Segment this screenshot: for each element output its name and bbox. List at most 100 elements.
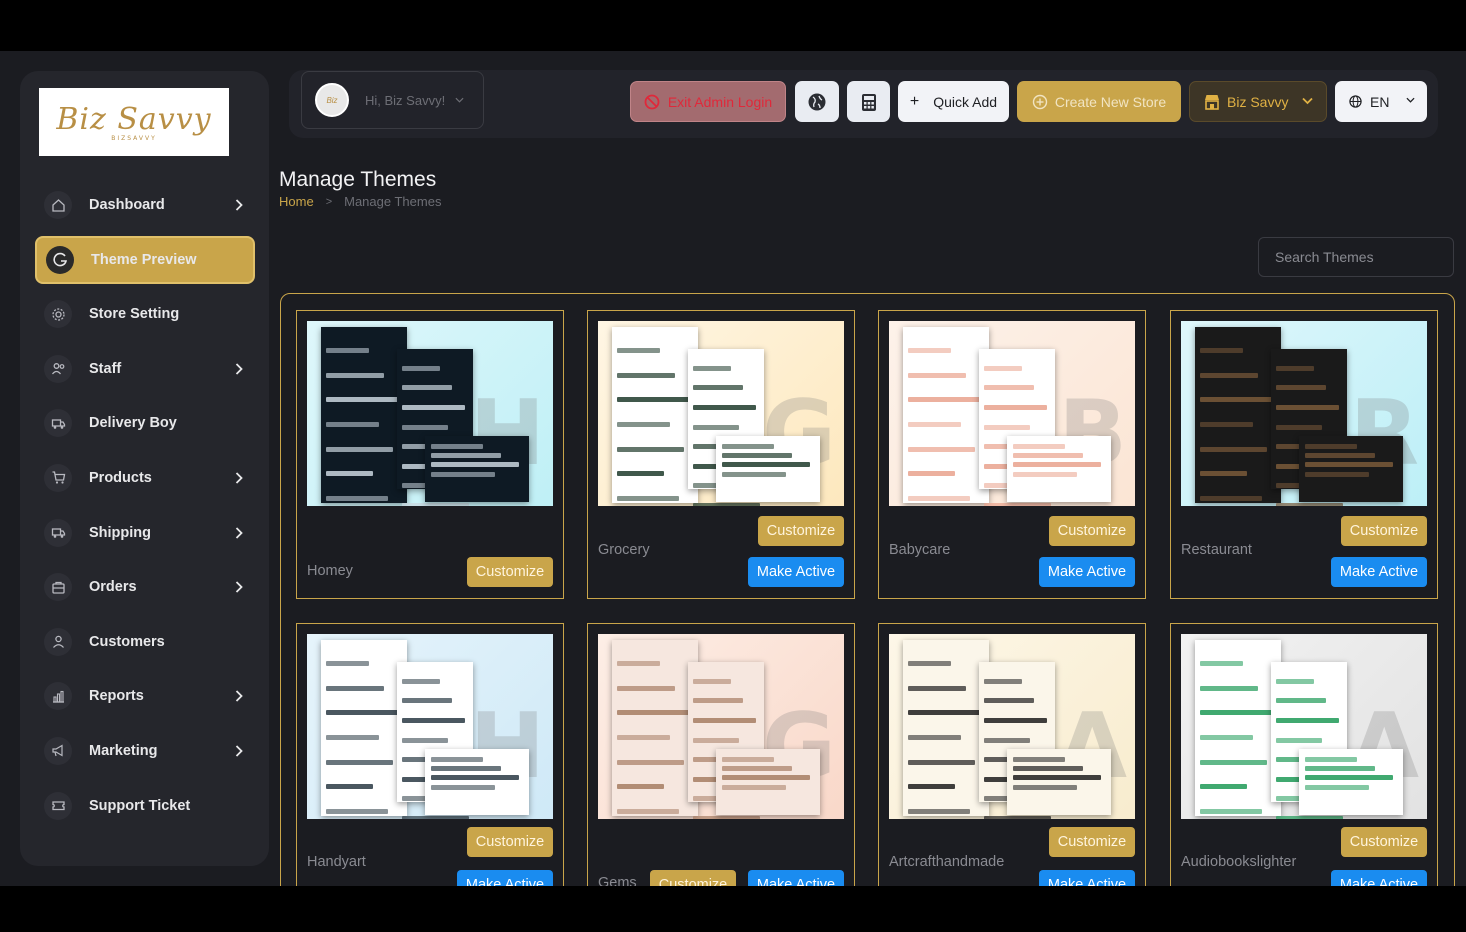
theme-preview-page	[1195, 640, 1281, 816]
theme-card: A Audiobookslighter Customize Make Active	[1170, 623, 1438, 886]
megaphone-icon	[44, 736, 72, 765]
brand-logo[interactable]: Biz Savvy BIZSAVVY	[39, 88, 229, 156]
theme-thumbnail[interactable]: H	[307, 634, 553, 819]
ban-icon	[644, 94, 660, 109]
customize-button[interactable]: Customize	[467, 557, 553, 587]
theme-thumbnail[interactable]: G	[598, 634, 844, 819]
theme-name: Gems	[598, 875, 637, 886]
make-active-button[interactable]: Make Active	[1039, 870, 1135, 886]
sidebar-item-label: Customers	[89, 633, 165, 650]
chevron-right-icon	[235, 690, 243, 702]
app-screen: Biz Savvy BIZSAVVY Dashboard Theme Previe…	[0, 51, 1466, 886]
search-themes-input[interactable]	[1258, 237, 1454, 277]
sidebar-item-products[interactable]: Products	[35, 454, 255, 502]
theme-preview-page	[321, 327, 407, 503]
make-active-button[interactable]: Make Active	[748, 870, 844, 886]
theme-icon	[46, 245, 74, 274]
theme-preview-page	[1007, 436, 1111, 502]
customize-button[interactable]: Customize	[1341, 516, 1427, 546]
sidebar-item-staff[interactable]: Staff	[35, 345, 255, 393]
themes-grid: H Homey Customize G Grocery Customize Make Act…	[280, 293, 1455, 886]
theme-name: Restaurant	[1181, 542, 1252, 558]
theme-name: Handyart	[307, 854, 366, 870]
logo-subtitle: BIZSAVVY	[111, 135, 157, 142]
customize-button[interactable]: Customize	[1341, 827, 1427, 857]
chevron-down-icon	[1302, 97, 1313, 105]
sidebar-item-store-setting[interactable]: Store Setting	[35, 290, 255, 338]
cart-icon	[44, 463, 72, 492]
sidebar-item-label: Shipping	[89, 524, 152, 541]
breadcrumb-separator: >	[325, 195, 333, 208]
theme-thumbnail[interactable]: A	[1181, 634, 1427, 819]
make-active-button[interactable]: Make Active	[1331, 557, 1427, 587]
sidebar-item-label: Reports	[89, 688, 144, 705]
theme-preview-page	[716, 749, 820, 815]
store-icon	[1205, 94, 1219, 110]
logo-script: Biz Savvy	[56, 102, 212, 137]
theme-card: H Handyart Customize Make Active	[296, 623, 564, 886]
customize-button[interactable]: Customize	[758, 516, 844, 546]
theme-card: A Artcrafthandmade Customize Make Active	[878, 623, 1146, 886]
sidebar-item-label: Support Ticket	[89, 797, 191, 814]
visit-store-button[interactable]	[795, 81, 839, 122]
sidebar-item-label: Products	[89, 469, 152, 486]
theme-name: Artcrafthandmade	[889, 854, 1005, 870]
make-active-button[interactable]: Make Active	[1331, 870, 1427, 886]
theme-preview-page	[716, 436, 820, 502]
box-icon	[44, 573, 72, 602]
pos-button[interactable]	[847, 81, 890, 122]
chevron-right-icon	[235, 199, 243, 211]
theme-thumbnail[interactable]: A	[889, 634, 1135, 819]
theme-preview-page	[903, 640, 989, 816]
chevron-right-icon	[235, 581, 243, 593]
store-switcher[interactable]: Biz Savvy	[1189, 81, 1327, 122]
exit-admin-login-button[interactable]: Exit Admin Login	[630, 81, 786, 122]
users-icon	[44, 354, 72, 383]
theme-name: Homey	[307, 563, 353, 579]
sidebar-item-orders[interactable]: Orders	[35, 563, 255, 611]
sidebar-item-customers[interactable]: Customers	[35, 618, 255, 666]
chevron-right-icon	[235, 363, 243, 375]
language-label: EN	[1370, 93, 1390, 110]
sidebar-item-label: Marketing	[89, 742, 158, 759]
customize-button[interactable]: Customize	[650, 870, 736, 886]
theme-thumbnail[interactable]: H	[307, 321, 553, 506]
create-new-store-button[interactable]: Create New Store	[1017, 81, 1181, 122]
sidebar-item-theme-preview[interactable]: Theme Preview	[35, 235, 255, 284]
make-active-button[interactable]: Make Active	[748, 557, 844, 587]
sidebar-item-dashboard[interactable]: Dashboard	[35, 181, 255, 229]
make-active-button[interactable]: Make Active	[1039, 557, 1135, 587]
customize-button[interactable]: Customize	[1049, 827, 1135, 857]
make-active-button[interactable]: Make Active	[457, 870, 553, 886]
top-header: Biz Hi, Biz Savvy! Exit Admin Login + Qu…	[289, 70, 1438, 138]
theme-thumbnail[interactable]: B	[889, 321, 1135, 506]
sidebar-item-support-ticket[interactable]: Support Ticket	[35, 782, 255, 830]
theme-card: G Gems Customize Make Active	[587, 623, 855, 886]
sidebar-nav: Dashboard Theme Preview Store Setting Staff…	[20, 181, 269, 836]
chevron-right-icon	[235, 526, 243, 539]
theme-thumbnail[interactable]: G	[598, 321, 844, 506]
home-icon	[44, 191, 72, 219]
sidebar-item-delivery-boy[interactable]: Delivery Boy	[35, 399, 255, 447]
user-menu[interactable]: Biz Hi, Biz Savvy!	[301, 71, 484, 129]
theme-card: G Grocery Customize Make Active	[587, 310, 855, 599]
breadcrumb-home-link[interactable]: Home	[279, 194, 314, 209]
theme-name: Grocery	[598, 542, 650, 558]
customize-button[interactable]: Customize	[1049, 516, 1135, 546]
theme-thumbnail[interactable]: R	[1181, 321, 1427, 506]
quick-add-button[interactable]: + Quick Add	[898, 81, 1009, 122]
gear-icon	[44, 300, 72, 329]
create-store-label: Create New Store	[1054, 93, 1167, 110]
language-switcher[interactable]: EN	[1335, 81, 1427, 122]
sidebar-item-shipping[interactable]: Shipping	[35, 509, 255, 557]
theme-preview-page	[321, 640, 407, 816]
sidebar-item-reports[interactable]: Reports	[35, 672, 255, 720]
sidebar: Biz Savvy BIZSAVVY Dashboard Theme Previe…	[20, 71, 269, 866]
sidebar-item-marketing[interactable]: Marketing	[35, 727, 255, 775]
customize-button[interactable]: Customize	[467, 827, 553, 857]
chart-icon	[44, 682, 72, 711]
user-greeting: Hi, Biz Savvy!	[365, 92, 446, 108]
exit-admin-label: Exit Admin Login	[667, 93, 773, 110]
theme-card: H Homey Customize	[296, 310, 564, 599]
theme-preview-page	[1299, 436, 1403, 502]
